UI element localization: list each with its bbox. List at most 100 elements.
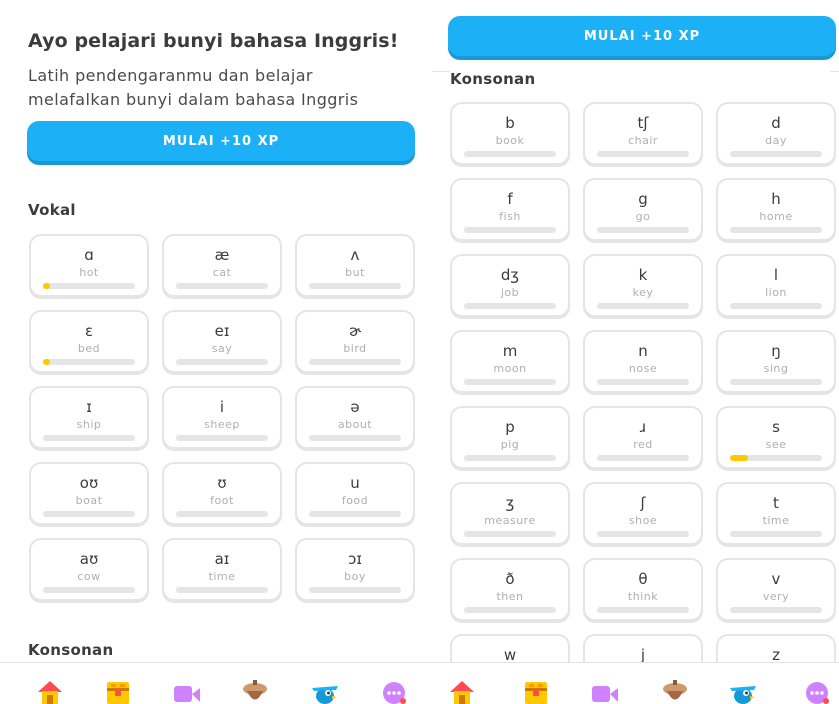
progress-bar <box>597 379 689 385</box>
home-icon[interactable] <box>447 678 477 704</box>
phoneme-symbol: ɚ <box>348 322 362 340</box>
sound-card[interactable]: ð then <box>450 558 570 621</box>
phoneme-symbol: ɔɪ <box>348 550 362 568</box>
example-word: measure <box>484 514 536 527</box>
phoneme-symbol: ʃ <box>640 494 646 512</box>
phoneme-symbol: ŋ <box>771 342 781 360</box>
sound-card[interactable]: ʌ but <box>295 234 415 297</box>
video-camera-icon[interactable] <box>172 678 202 704</box>
example-word: then <box>496 590 524 603</box>
example-word: go <box>635 210 651 223</box>
progress-bar <box>176 587 268 593</box>
example-word: red <box>633 438 653 451</box>
progress-bar <box>597 227 689 233</box>
phoneme-symbol: tʃ <box>637 114 649 132</box>
sound-card[interactable]: d day <box>716 102 836 165</box>
sound-card[interactable]: ɑ hot <box>29 234 149 297</box>
page-title: Ayo pelajari bunyi bahasa Inggris! <box>28 30 399 52</box>
sound-card[interactable]: p pig <box>450 406 570 469</box>
example-word: job <box>500 286 520 299</box>
sound-card[interactable]: tʃ chair <box>583 102 703 165</box>
progress-bar <box>309 511 401 517</box>
sound-card[interactable]: dʒ job <box>450 254 570 317</box>
sound-card[interactable]: ʊ foot <box>162 462 282 525</box>
progress-bar <box>597 151 689 157</box>
phoneme-symbol: u <box>350 474 360 492</box>
progress-fill <box>43 283 51 289</box>
example-word: say <box>211 342 233 355</box>
example-word: about <box>337 418 373 431</box>
phoneme-symbol: b <box>505 114 515 132</box>
progress-bar <box>464 303 556 309</box>
sound-card[interactable]: b book <box>450 102 570 165</box>
example-word: food <box>341 494 369 507</box>
phoneme-symbol: p <box>505 418 515 436</box>
sound-card[interactable]: eɪ say <box>162 310 282 373</box>
bird-icon[interactable] <box>310 678 340 704</box>
phoneme-symbol: m <box>502 342 518 360</box>
more-icon[interactable] <box>379 678 409 704</box>
sound-card[interactable]: ɔɪ boy <box>295 538 415 601</box>
example-word: think <box>627 590 659 603</box>
sound-card[interactable]: v very <box>716 558 836 621</box>
phoneme-symbol: ɑ <box>84 246 94 264</box>
progress-bar <box>464 379 556 385</box>
progress-bar <box>464 151 556 157</box>
start-button[interactable]: MULAI +10 XP <box>448 16 836 56</box>
sound-card[interactable]: aɪ time <box>162 538 282 601</box>
phoneme-symbol: æ <box>214 246 230 264</box>
sound-card[interactable]: ə about <box>295 386 415 449</box>
sound-card[interactable]: ɹ red <box>583 406 703 469</box>
vowel-grid: ɑ hot æ cat ʌ but ɛ bed eɪ say ɚ bird ɪ ship i sheep ə ab… <box>29 234 415 601</box>
phoneme-symbol: aɪ <box>214 550 230 568</box>
progress-bar <box>730 227 822 233</box>
sound-card[interactable]: ɚ bird <box>295 310 415 373</box>
bottom-nav <box>432 662 839 704</box>
progress-bar <box>597 303 689 309</box>
start-button[interactable]: MULAI +10 XP <box>27 121 415 161</box>
sound-card[interactable]: t time <box>716 482 836 545</box>
phoneme-symbol: h <box>771 190 781 208</box>
bird-icon[interactable] <box>728 678 758 704</box>
sound-card[interactable]: h home <box>716 178 836 241</box>
sound-card[interactable]: f fish <box>450 178 570 241</box>
sound-card[interactable]: s see <box>716 406 836 469</box>
sound-card[interactable]: n nose <box>583 330 703 393</box>
example-word: moon <box>493 362 527 375</box>
phoneme-symbol: ɛ <box>84 322 94 340</box>
sound-card[interactable]: ŋ sing <box>716 330 836 393</box>
progress-bar <box>597 531 689 537</box>
sound-card[interactable]: l lion <box>716 254 836 317</box>
progress-fill <box>730 455 749 461</box>
phoneme-symbol: l <box>773 266 779 284</box>
acorn-icon[interactable] <box>660 678 690 704</box>
example-word: time <box>762 514 790 527</box>
sound-card[interactable]: i sheep <box>162 386 282 449</box>
video-camera-icon[interactable] <box>590 678 620 704</box>
more-icon[interactable] <box>802 678 832 704</box>
sound-card[interactable]: aʊ cow <box>29 538 149 601</box>
phoneme-symbol: ə <box>350 398 360 416</box>
example-word: chair <box>628 134 658 147</box>
sound-card[interactable]: ɛ bed <box>29 310 149 373</box>
progress-bar <box>464 455 556 461</box>
sound-card[interactable]: æ cat <box>162 234 282 297</box>
sound-card[interactable]: g go <box>583 178 703 241</box>
home-icon[interactable] <box>35 678 65 704</box>
left-screen: Ayo pelajari bunyi bahasa Inggris! Latih… <box>0 0 432 704</box>
example-word: nose <box>628 362 658 375</box>
acorn-icon[interactable] <box>240 678 270 704</box>
sound-card[interactable]: k key <box>583 254 703 317</box>
example-word: fish <box>499 210 521 223</box>
sound-card[interactable]: m moon <box>450 330 570 393</box>
treasure-chest-icon[interactable] <box>103 678 133 704</box>
treasure-chest-icon[interactable] <box>521 678 551 704</box>
bottom-nav <box>0 662 432 704</box>
example-word: foot <box>210 494 234 507</box>
sound-card[interactable]: u food <box>295 462 415 525</box>
sound-card[interactable]: ɪ ship <box>29 386 149 449</box>
sound-card[interactable]: ʒ measure <box>450 482 570 545</box>
sound-card[interactable]: oʊ boat <box>29 462 149 525</box>
sound-card[interactable]: θ think <box>583 558 703 621</box>
sound-card[interactable]: ʃ shoe <box>583 482 703 545</box>
